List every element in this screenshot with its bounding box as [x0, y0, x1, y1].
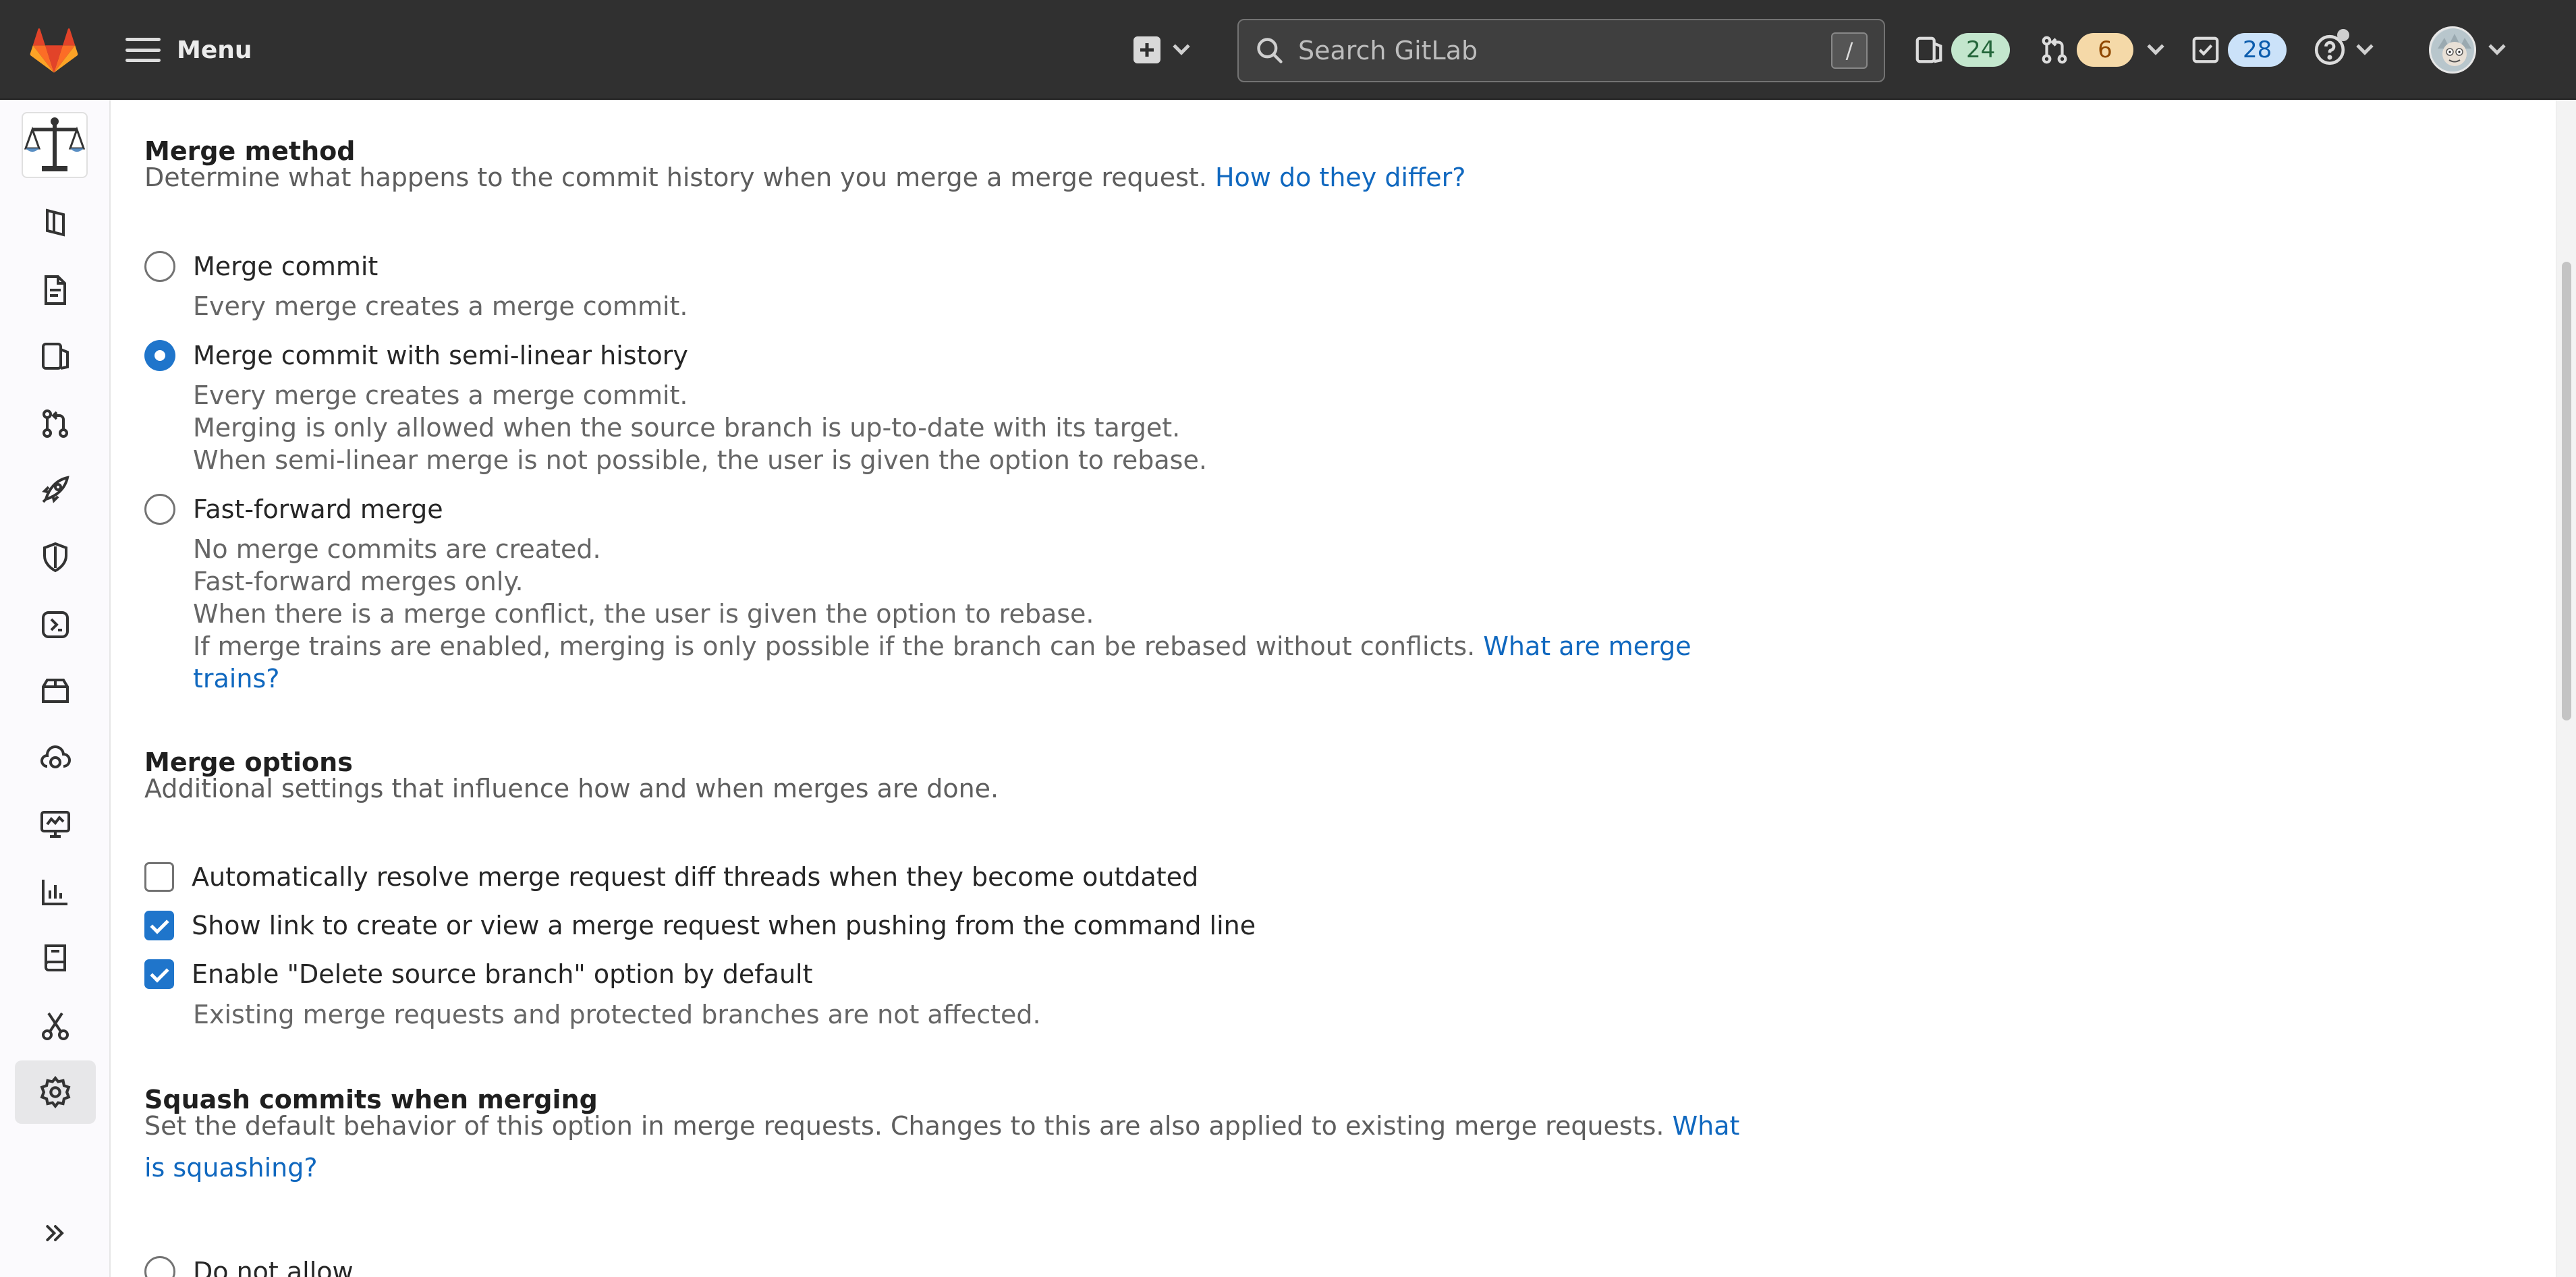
plus-square-icon	[1133, 36, 1160, 63]
left-sidebar	[0, 100, 111, 1277]
scissors-icon	[42, 1012, 69, 1040]
menu-button[interactable]: Menu	[125, 30, 252, 70]
todos-counter[interactable]: 28	[2190, 31, 2287, 69]
scrollbar-thumb[interactable]	[2562, 262, 2571, 720]
chevron-down-icon	[2356, 38, 2374, 55]
double-chevron-right-icon	[46, 1225, 64, 1241]
sidebar-item-security-compliance[interactable]	[34, 536, 77, 579]
do-not-allow-radio[interactable]	[144, 1256, 175, 1277]
merge-options-description: Additional settings that influence how a…	[144, 774, 999, 803]
sidebar-item-project-information[interactable]	[34, 201, 77, 244]
search-shortcut-key: /	[1831, 32, 1868, 69]
sidebar-item-deployments[interactable]	[34, 603, 77, 646]
do-not-allow-label: Do not allow	[193, 1257, 354, 1277]
merge-commit-option[interactable]: Merge commit	[144, 251, 378, 282]
gitlab-logo-icon[interactable]	[27, 23, 81, 77]
notification-dot	[2337, 29, 2349, 41]
merge-commit-help: Every merge creates a merge commit.	[193, 291, 688, 321]
sidebar-item-infrastructure[interactable]	[34, 737, 77, 780]
chevron-down-icon	[2147, 38, 2164, 55]
monitor-icon	[40, 811, 70, 838]
hamburger-icon	[125, 38, 161, 62]
semi-linear-label: Merge commit with semi-linear history	[193, 341, 688, 370]
shield-icon	[43, 542, 67, 573]
semi-linear-radio[interactable]	[144, 340, 175, 371]
issues-counter[interactable]: 24	[1913, 31, 2011, 69]
search-bar[interactable]: /	[1237, 19, 1885, 82]
auto-resolve-threads-label: Automatically resolve merge request diff…	[192, 862, 1199, 892]
fast-forward-radio[interactable]	[144, 494, 175, 525]
sidebar-item-monitor[interactable]	[34, 803, 77, 846]
merge-method-help-link[interactable]: How do they differ?	[1215, 163, 1465, 192]
merge-commit-label: Merge commit	[193, 252, 379, 281]
delete-source-branch-help: Existing merge requests and protected br…	[193, 1000, 1041, 1029]
project-icon	[46, 208, 65, 237]
sidebar-item-merge-requests[interactable]	[34, 402, 77, 445]
merge-requests-count-badge: 6	[2077, 33, 2133, 67]
auto-resolve-threads-option[interactable]: Automatically resolve merge request diff…	[144, 862, 1198, 892]
new-dropdown-button[interactable]	[1133, 31, 1190, 69]
menu-label: Menu	[177, 36, 252, 64]
rocket-icon	[42, 476, 69, 503]
merge-request-icon	[2042, 36, 2067, 64]
top-bar: Menu / 24 6 28	[0, 0, 2576, 100]
do-not-allow-option[interactable]: Do not allow	[144, 1256, 354, 1277]
todo-icon	[2192, 36, 2219, 63]
issues-icon	[1915, 36, 1942, 63]
todos-count-badge: 28	[2228, 33, 2287, 67]
fast-forward-option[interactable]: Fast-forward merge	[144, 494, 443, 525]
sidebar-item-issues[interactable]	[34, 335, 77, 378]
merge-requests-counter[interactable]: 6	[2039, 31, 2164, 69]
sidebar-item-wiki[interactable]	[34, 936, 77, 980]
delete-source-branch-option[interactable]: Enable "Delete source branch" option by …	[144, 959, 812, 989]
chevron-down-icon	[2488, 38, 2506, 55]
page-scrollbar[interactable]	[2556, 100, 2576, 1277]
show-mr-link-option[interactable]: Show link to create or view a merge requ…	[144, 911, 1256, 940]
search-input[interactable]	[1298, 36, 1831, 65]
show-mr-link-label: Show link to create or view a merge requ…	[192, 911, 1256, 940]
fast-forward-help: No merge commits are created. Fast-forwa…	[193, 534, 1691, 693]
cloud-gear-icon	[40, 745, 71, 768]
project-avatar[interactable]	[22, 112, 88, 178]
deployments-icon	[42, 611, 69, 638]
issues-icon	[42, 343, 69, 370]
avatar	[2429, 26, 2476, 74]
chart-icon	[42, 880, 67, 905]
chevron-down-icon	[1173, 38, 1190, 55]
sidebar-item-settings[interactable]	[15, 1060, 96, 1124]
sidebar-item-analytics[interactable]	[34, 870, 77, 913]
book-icon	[45, 944, 66, 971]
show-mr-link-checkbox[interactable]	[144, 911, 174, 940]
auto-resolve-threads-checkbox[interactable]	[144, 862, 174, 892]
sidebar-item-snippets[interactable]	[34, 1004, 77, 1047]
delete-source-branch-label: Enable "Delete source branch" option by …	[192, 959, 813, 989]
help-menu-button[interactable]	[2313, 29, 2374, 69]
package-icon	[42, 679, 69, 703]
issues-count-badge: 24	[1951, 33, 2011, 67]
sidebar-item-repository[interactable]	[34, 268, 77, 312]
gear-icon	[40, 1075, 71, 1109]
sidebar-item-ci-cd[interactable]	[34, 468, 77, 511]
user-menu-button[interactable]	[2429, 26, 2506, 74]
doc-icon	[45, 275, 66, 305]
sidebar-item-packages-registries[interactable]	[34, 669, 77, 712]
delete-source-branch-checkbox[interactable]	[144, 959, 174, 989]
squash-description: Set the default behavior of this option …	[144, 1111, 1740, 1183]
search-icon	[1257, 38, 1283, 63]
semi-linear-help: Every merge creates a merge commit. Merg…	[193, 380, 1207, 475]
semi-linear-option[interactable]: Merge commit with semi-linear history	[144, 340, 688, 371]
collapse-sidebar-button[interactable]	[34, 1212, 77, 1255]
merge-commit-radio[interactable]	[144, 251, 175, 282]
fast-forward-label: Fast-forward merge	[193, 494, 443, 524]
merge-method-description: Determine what happens to the commit his…	[144, 163, 1466, 192]
merge-request-icon	[43, 409, 68, 438]
